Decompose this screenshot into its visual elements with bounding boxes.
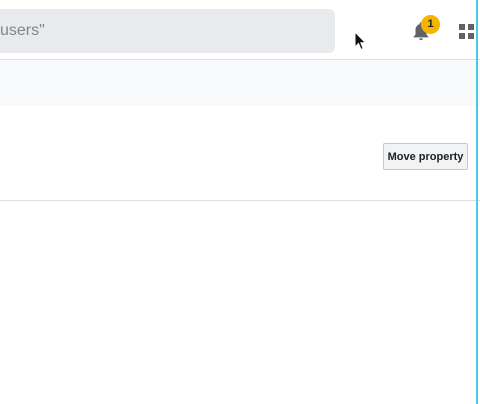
window-edge-highlight <box>476 0 478 404</box>
move-property-button[interactable]: Move property <box>383 143 468 170</box>
search-input[interactable]: users" <box>0 9 335 53</box>
top-app-bar: users" 1 <box>0 0 480 60</box>
secondary-toolbar <box>0 61 480 106</box>
search-query-text: users" <box>0 22 45 39</box>
apps-grid-icon[interactable] <box>458 23 476 41</box>
notification-count-badge: 1 <box>421 15 440 34</box>
mouse-cursor-icon <box>354 31 367 51</box>
